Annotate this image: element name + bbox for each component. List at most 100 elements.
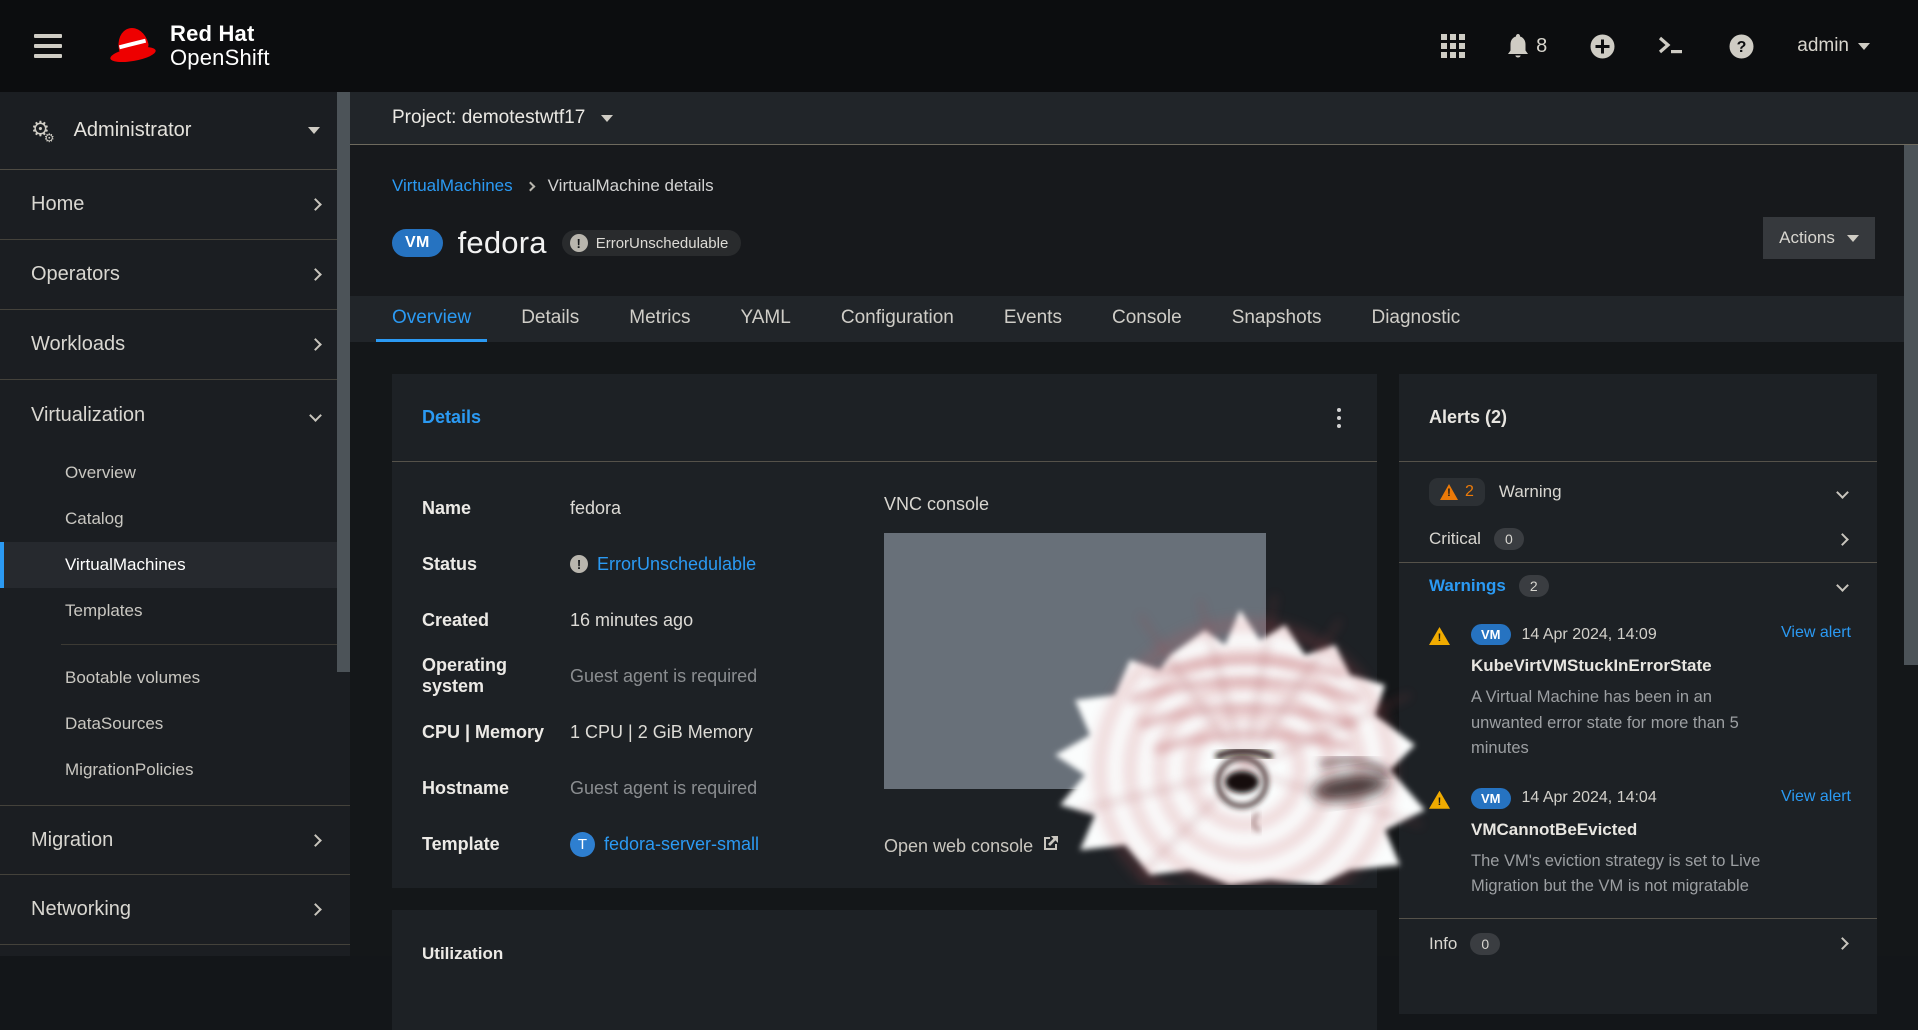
warning-triangle-icon [1440, 484, 1458, 500]
project-selector[interactable]: Project: demotestwtf17 [350, 92, 1918, 145]
caret-down-icon [1847, 235, 1859, 242]
sidebar-item-datasources[interactable]: DataSources [0, 701, 350, 747]
masthead: Red Hat OpenShift 8 [0, 0, 1918, 92]
brand-line2: OpenShift [170, 46, 270, 70]
tab-metrics[interactable]: Metrics [613, 296, 706, 342]
alert-item-vm-cannot-be-evicted: VM 14 Apr 2024, 14:04 VMCannotBeEvicted … [1399, 772, 1877, 910]
detail-row-status: Status ErrorUnschedulable [422, 536, 872, 592]
tab-yaml[interactable]: YAML [725, 296, 807, 342]
actions-button[interactable]: Actions [1763, 217, 1875, 259]
alert-timestamp: 14 Apr 2024, 14:04 [1522, 789, 1657, 807]
sidebar-item-catalog[interactable]: Catalog [0, 496, 350, 542]
breadcrumb-link-virtualmachines[interactable]: VirtualMachines [392, 176, 513, 196]
utilization-card-title: Utilization [422, 944, 503, 964]
chevron-right-icon [309, 198, 322, 211]
perspective-switcher[interactable]: ⚙⚙ Administrator [0, 92, 350, 170]
tab-diagnostic[interactable]: Diagnostic [1355, 296, 1476, 342]
sidebar-item-home[interactable]: Home [0, 170, 350, 240]
terminal-icon[interactable] [1658, 35, 1686, 57]
help-icon[interactable]: ? [1728, 33, 1755, 60]
hamburger-menu-icon[interactable] [34, 34, 62, 58]
detail-row-created: Created 16 minutes ago [422, 592, 872, 648]
alert-description: A Virtual Machine has been in an unwante… [1471, 685, 1773, 762]
details-list: Name fedora Status ErrorUnschedulable Cr… [422, 480, 872, 872]
status-badge[interactable]: ErrorUnschedulable [562, 230, 742, 256]
sidebar-item-bootable-volumes[interactable]: Bootable volumes [0, 655, 350, 701]
alert-description: The VM's eviction strategy is set to Liv… [1471, 849, 1773, 900]
brand-text: Red Hat OpenShift [170, 22, 270, 70]
open-web-console-link[interactable]: Open web console [884, 835, 1059, 857]
view-alert-link[interactable]: View alert [1781, 788, 1851, 900]
notifications-bell[interactable]: 8 [1507, 34, 1547, 59]
overview-content: Details Name fedora Status ErrorUnschedu… [350, 342, 1918, 964]
sidebar-item-operators[interactable]: Operators [0, 240, 350, 310]
tab-details[interactable]: Details [505, 296, 595, 342]
alert-title: VMCannotBeEvicted [1471, 820, 1773, 840]
view-alert-link[interactable]: View alert [1781, 624, 1851, 762]
template-link[interactable]: fedora-server-small [604, 834, 759, 855]
utilization-card: Utilization [392, 910, 1377, 1030]
chevron-right-icon [309, 903, 322, 916]
alerts-card-title: Alerts (2) [1429, 407, 1507, 428]
status-label: ErrorUnschedulable [596, 235, 729, 252]
details-card-header: Details [392, 374, 1377, 462]
sidebar-divider [61, 644, 350, 645]
sidebar-item-workloads[interactable]: Workloads [0, 310, 350, 380]
tab-console[interactable]: Console [1096, 296, 1198, 342]
chevron-right-icon [1836, 937, 1849, 950]
critical-count-badge: 0 [1494, 528, 1524, 550]
username: admin [1797, 35, 1849, 57]
detail-row-os: Operating system Guest agent is required [422, 648, 872, 704]
template-icon: T [570, 832, 595, 857]
user-menu[interactable]: admin [1797, 35, 1870, 57]
tab-configuration[interactable]: Configuration [825, 296, 970, 342]
caret-down-icon [601, 115, 613, 122]
notification-count: 8 [1536, 35, 1547, 58]
tab-events[interactable]: Events [988, 296, 1078, 342]
page-scrollbar[interactable] [1904, 145, 1918, 665]
status-link[interactable]: ErrorUnschedulable [597, 554, 756, 575]
redhat-hat-icon [110, 26, 156, 66]
sidebar-nav: ⚙⚙ Administrator Home Operators Workload… [0, 92, 350, 956]
detail-row-hostname: Hostname Guest agent is required [422, 760, 872, 816]
warning-triangle-icon [1429, 627, 1450, 645]
tab-bar: Overview Details Metrics YAML Configurat… [350, 296, 1918, 342]
sidebar-item-virtualization[interactable]: Virtualization [0, 380, 350, 450]
sidebar-item-networking[interactable]: Networking [0, 875, 350, 945]
alerts-warning-summary-row[interactable]: 2 Warning [1399, 468, 1877, 516]
chevron-down-icon [1836, 486, 1849, 499]
details-card-title: Details [422, 407, 481, 428]
sidebar-scrollbar[interactable] [337, 92, 350, 672]
kebab-menu-icon[interactable] [1331, 404, 1347, 432]
sidebar-item-templates[interactable]: Templates [0, 588, 350, 634]
tab-snapshots[interactable]: Snapshots [1216, 296, 1338, 342]
resource-title-row: VM fedora ErrorUnschedulable [392, 225, 741, 261]
vm-kind-badge: VM [1471, 624, 1511, 645]
breadcrumb-current: VirtualMachine details [548, 176, 714, 196]
alerts-warnings-row[interactable]: Warnings 2 [1399, 563, 1877, 608]
sidebar-item-virt-overview[interactable]: Overview [0, 450, 350, 496]
redhat-openshift-logo[interactable]: Red Hat OpenShift [110, 22, 270, 70]
exclamation-circle-icon [570, 234, 588, 252]
warnings-count-badge: 2 [1519, 575, 1549, 597]
add-plus-circle-icon[interactable] [1589, 33, 1616, 60]
alerts-info-row[interactable]: Info 0 [1399, 919, 1877, 955]
info-count-badge: 0 [1470, 933, 1500, 955]
vnc-console-label: VNC console [884, 494, 989, 515]
gears-icon: ⚙⚙ [31, 117, 61, 142]
sidebar-item-virtualmachines[interactable]: VirtualMachines [0, 542, 350, 588]
sidebar-item-migrationpolicies[interactable]: MigrationPolicies [0, 747, 350, 793]
tab-overview[interactable]: Overview [376, 296, 487, 342]
chevron-right-icon [309, 834, 322, 847]
apps-grid-icon[interactable] [1441, 34, 1465, 58]
alerts-critical-row[interactable]: Critical 0 [1399, 516, 1877, 562]
breadcrumb: VirtualMachines VirtualMachine details [392, 176, 714, 196]
sidebar-item-migration[interactable]: Migration [0, 805, 350, 875]
detail-row-name: Name fedora [422, 480, 872, 536]
chevron-right-icon [1836, 533, 1849, 546]
alerts-card-header: Alerts (2) [1399, 374, 1877, 462]
alert-title: KubeVirtVMStuckInErrorState [1471, 656, 1773, 676]
chevron-down-icon [1836, 579, 1849, 592]
alert-body: VM 14 Apr 2024, 14:09 KubeVirtVMStuckInE… [1471, 624, 1773, 762]
bell-icon [1507, 34, 1529, 59]
